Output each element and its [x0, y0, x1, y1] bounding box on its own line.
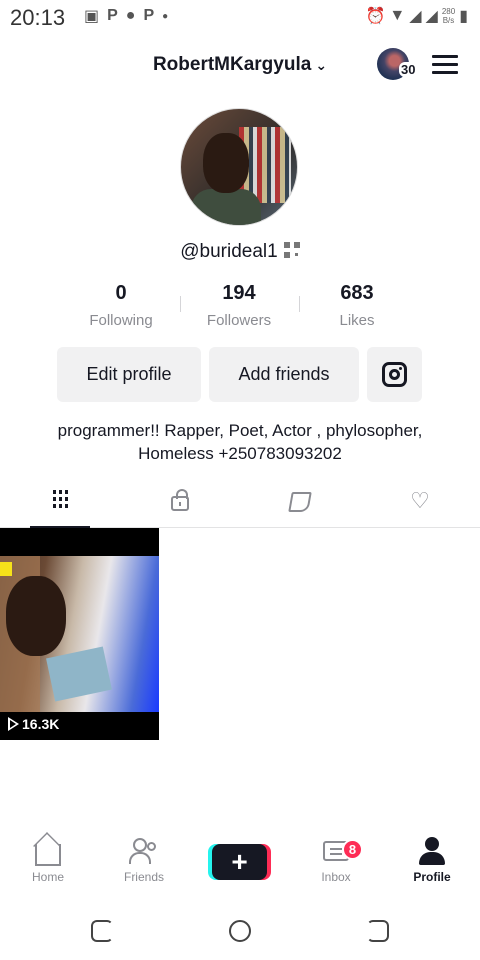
inbox-badge: 8: [342, 839, 363, 860]
net-speed-unit: B/s: [442, 16, 455, 25]
profile-stats: 0 Following 194 Followers 683 Likes: [62, 282, 418, 332]
plus-icon: +: [231, 846, 248, 877]
avatar-face: [203, 133, 249, 193]
video-preview: [0, 556, 159, 712]
nav-home-label: Home: [31, 870, 64, 884]
bio: programmer!! Rapper, Poet, Actor , phylo…: [57, 421, 423, 463]
stat-followers[interactable]: 194 Followers: [180, 282, 298, 332]
back-button[interactable]: [367, 920, 389, 942]
image-icon: ▣: [84, 8, 100, 25]
nav-inbox[interactable]: Inbox: [288, 836, 384, 896]
nav-profile[interactable]: Profile: [384, 836, 480, 896]
system-navigation: [0, 910, 480, 950]
stat-likes[interactable]: 683 Likes: [298, 282, 416, 332]
dot-icon: ●: [162, 10, 169, 22]
chat-icon: ●: [125, 7, 136, 24]
tab-videos[interactable]: [30, 482, 90, 528]
user-handle: @burideal1: [0, 241, 480, 263]
wifi-icon: ▼: [389, 7, 406, 24]
lock-icon: [171, 489, 189, 511]
tab-reposts[interactable]: [270, 482, 330, 528]
nav-home[interactable]: Home: [0, 836, 96, 896]
play-icon: [8, 717, 19, 731]
stat-following[interactable]: 0 Following: [62, 282, 180, 332]
status-time: 20:13: [10, 5, 66, 30]
create-button[interactable]: +: [212, 844, 267, 880]
bottom-nav: Home Friends + Inbox 8 Profile: [0, 836, 480, 896]
video-label-tag: [0, 562, 12, 576]
recent-apps-button[interactable]: [91, 920, 113, 942]
nav-friends-label: Friends: [123, 870, 164, 884]
p-icon: P: [107, 7, 118, 24]
tab-private[interactable]: [150, 482, 210, 528]
chevron-down-icon: ⌄: [315, 57, 328, 73]
p-icon: P: [143, 7, 155, 24]
nav-inbox-label: Inbox: [321, 870, 351, 884]
content-tabs: ♡: [0, 482, 480, 528]
tab-liked[interactable]: ♡: [390, 482, 450, 528]
net-speed: 280 B/s: [442, 7, 455, 25]
likes-count: 683: [340, 282, 374, 304]
qr-code-icon[interactable]: [283, 242, 300, 258]
video-views: 16.3K: [8, 716, 59, 732]
notification-count: 30: [399, 62, 418, 77]
followers-label: Followers: [206, 312, 272, 329]
alarm-icon: ⏰: [365, 8, 386, 25]
add-friends-button[interactable]: Add friends: [209, 347, 359, 402]
system-icons: ⏰ ▼ ◢ ◢ 280 B/s ▮: [365, 6, 468, 26]
system-home-button[interactable]: [229, 920, 251, 942]
video-book: [46, 646, 112, 702]
handle-text: @burideal1: [180, 241, 278, 262]
hidden-heart-icon: ♡: [410, 488, 430, 513]
profile-icon: [418, 837, 446, 865]
signal-icon: ◢: [409, 8, 422, 25]
avatar[interactable]: [180, 108, 298, 226]
notification-icons: ▣ P ● P ●: [84, 6, 168, 26]
instagram-icon: [382, 362, 407, 387]
nav-profile-label: Profile: [413, 870, 451, 884]
net-speed-value: 280: [441, 7, 456, 16]
grid-icon: [52, 490, 68, 508]
edit-profile-button[interactable]: Edit profile: [57, 347, 201, 402]
following-count: 0: [115, 282, 127, 304]
signal-icon: ◢: [425, 8, 438, 25]
instagram-button[interactable]: [367, 347, 422, 402]
friends-icon: [129, 838, 159, 864]
home-icon: [35, 844, 61, 866]
followers-count: 194: [222, 282, 256, 304]
video-person: [6, 576, 66, 656]
nav-friends[interactable]: Friends: [96, 836, 192, 896]
video-thumbnail[interactable]: 16.3K: [0, 528, 159, 740]
status-bar: 20:13 ▣ P ● P ● ⏰ ▼ ◢ ◢ 280 B/s ▮: [0, 0, 480, 34]
view-count: 16.3K: [22, 716, 60, 732]
menu-icon[interactable]: [432, 55, 458, 75]
avatar-shirt: [191, 189, 261, 225]
following-label: Following: [89, 312, 153, 329]
username: RobertMKargyula: [152, 54, 312, 75]
profile-header: RobertMKargyula ⌄ 30: [0, 44, 480, 88]
tag-icon: [288, 492, 312, 512]
likes-label: Likes: [339, 312, 375, 329]
battery-icon: ▮: [459, 8, 468, 25]
